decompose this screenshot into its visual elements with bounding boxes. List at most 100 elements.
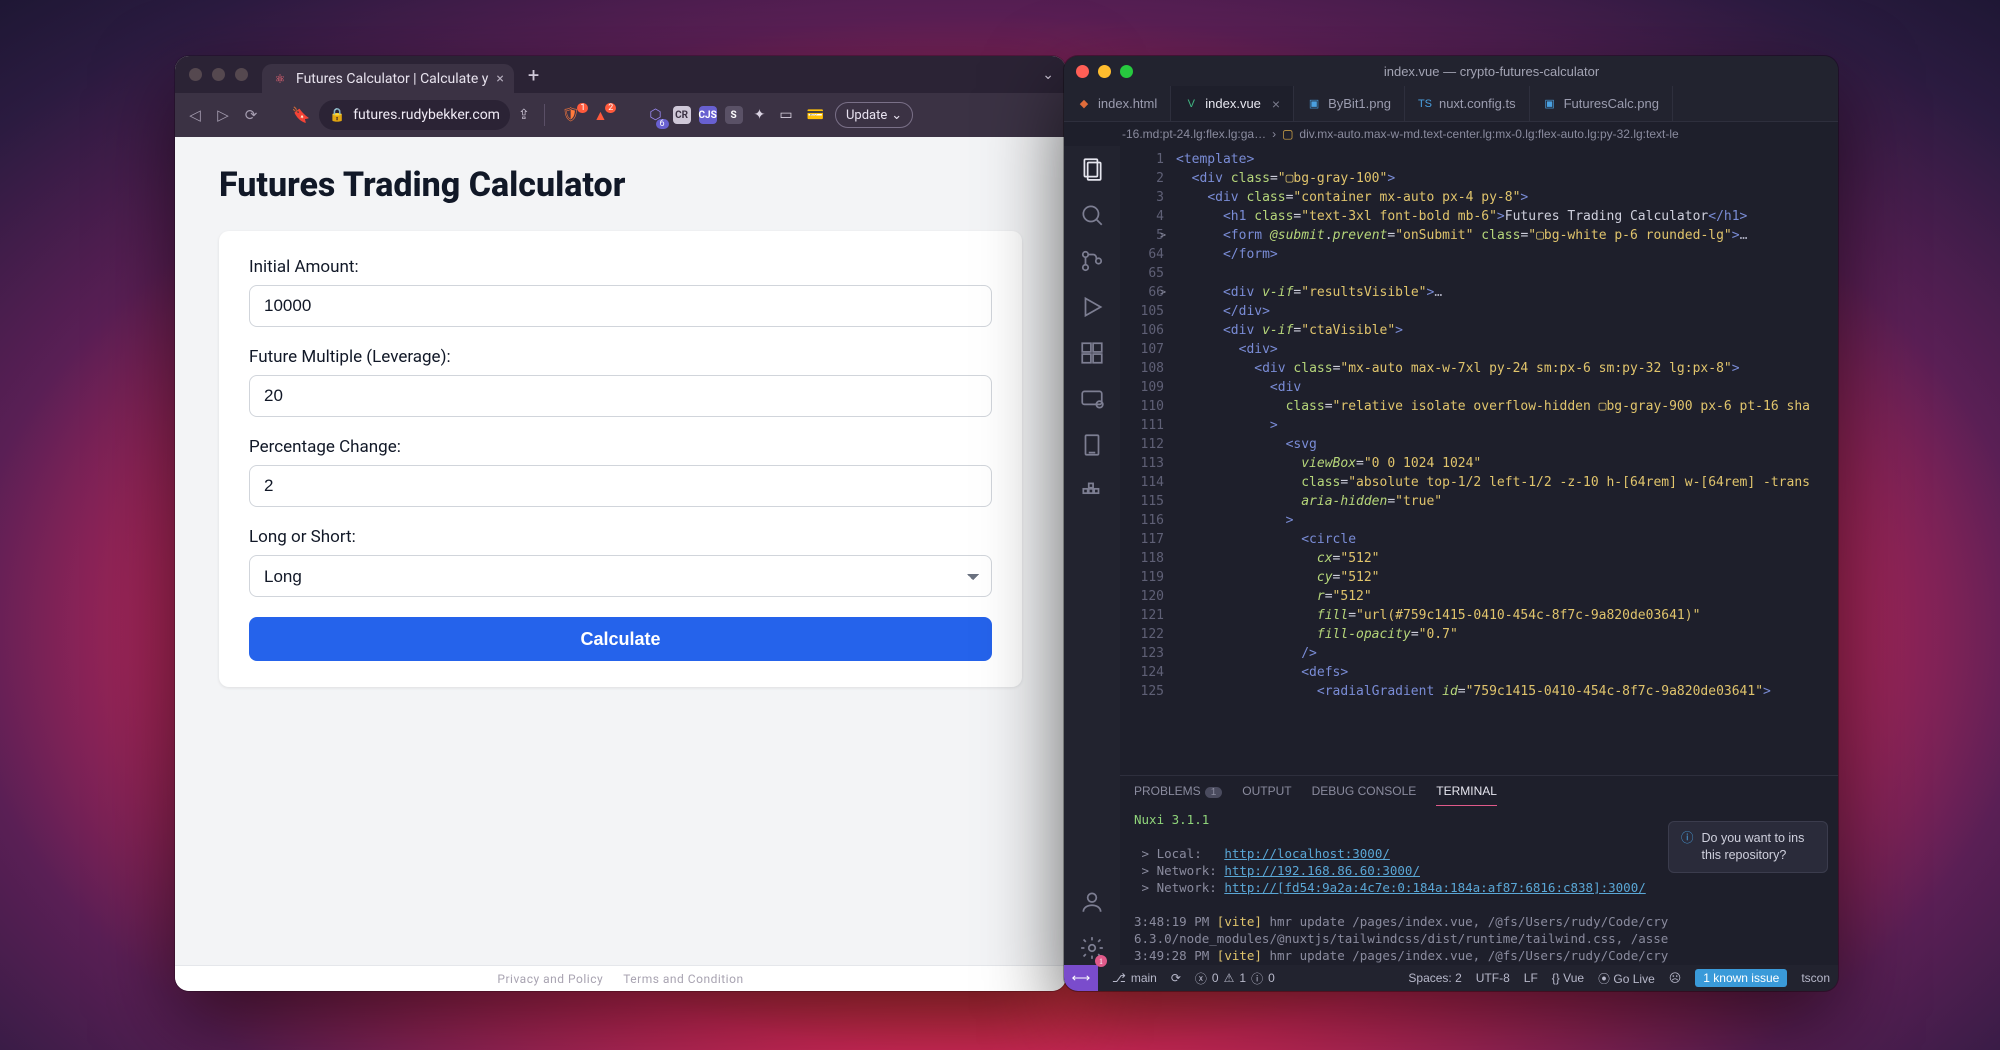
footer-privacy[interactable]: Privacy and Policy — [497, 972, 603, 986]
debug-icon[interactable] — [1079, 294, 1105, 320]
close-dot[interactable] — [189, 68, 202, 81]
close-tab-icon[interactable]: × — [1272, 96, 1280, 112]
zoom-dot[interactable] — [1120, 65, 1133, 78]
bookmark-icon[interactable]: 🔖 — [291, 106, 311, 124]
footer-terms[interactable]: Terms and Condition — [623, 972, 743, 986]
editor[interactable]: 12345>646566>105106107108109110111112113… — [1120, 146, 1838, 775]
status-bar: ⟷ ⎇ main ⟳ ⓧ 0 ⚠ 1 ⓘ 0 Spaces: 2 UTF-8 L… — [1064, 965, 1838, 991]
status-tscon[interactable]: tscon — [1801, 971, 1830, 985]
page-title: Futures Trading Calculator — [219, 165, 1022, 205]
browser-tab[interactable]: ⚛ Futures Calculator | Calculate y × — [262, 64, 514, 93]
leverage-input[interactable] — [249, 375, 992, 417]
status-diagnostics[interactable]: ⓧ 0 ⚠ 1 ⓘ 0 — [1195, 970, 1275, 987]
minimize-dot[interactable] — [212, 68, 225, 81]
panel-problems[interactable]: PROBLEMS1 — [1134, 784, 1222, 798]
editor-tab[interactable]: ▣ ByBit1.png — [1294, 86, 1405, 121]
chevron-down-icon: ⌄ — [891, 108, 902, 123]
account-icon[interactable] — [1079, 889, 1105, 915]
notification-toast[interactable]: ⓘ Do you want to ins this repository? — [1668, 821, 1828, 873]
search-icon[interactable] — [1079, 202, 1105, 228]
reload-icon[interactable]: ⟳ — [241, 106, 261, 124]
line-gutter: 12345>646566>105106107108109110111112113… — [1120, 146, 1176, 775]
forward-icon[interactable]: ▷ — [213, 106, 233, 124]
page-body: Futures Trading Calculator Initial Amoun… — [175, 137, 1066, 965]
window-title: index.vue — crypto-futures-calculator — [1145, 64, 1838, 79]
calculate-button[interactable]: Calculate — [249, 617, 992, 661]
lock-icon: 🔒 — [329, 108, 345, 123]
share-icon[interactable]: ⇪ — [518, 107, 530, 123]
address-bar[interactable]: 🔒 futures.rudybekker.com — [319, 100, 510, 130]
editor-tab[interactable]: ◆index.html — [1064, 86, 1171, 121]
zoom-dot[interactable] — [235, 68, 248, 81]
terminal[interactable]: Nuxi 3.1.1 > Local: http://localhost:300… — [1120, 805, 1838, 965]
vue-file-icon: V — [1184, 97, 1198, 111]
status-branch[interactable]: ⎇ main — [1112, 971, 1157, 985]
extension-s-icon[interactable]: S — [725, 106, 743, 124]
initial-amount-input[interactable] — [249, 285, 992, 327]
info-icon: ⓘ — [1681, 830, 1694, 864]
status-spaces[interactable]: Spaces: 2 — [1408, 971, 1461, 985]
remote-explorer-icon[interactable] — [1079, 386, 1105, 412]
status-feedback-icon[interactable]: ☹ — [1669, 971, 1682, 985]
testing-icon[interactable] — [1079, 432, 1105, 458]
activity-bar: 1 — [1064, 146, 1120, 965]
percentage-input[interactable] — [249, 465, 992, 507]
status-eol[interactable]: LF — [1524, 971, 1538, 985]
breadcrumb-box-icon: ▢ — [1282, 127, 1293, 141]
extension-cjs-icon[interactable]: CJS — [699, 106, 717, 124]
settings-badge: 1 — [1095, 955, 1107, 967]
code-area[interactable]: <template> <div class="▢bg-gray-100"> <d… — [1176, 146, 1838, 775]
tab-label: ByBit1.png — [1328, 96, 1391, 111]
page-footer: Privacy and Policy Terms and Condition — [175, 965, 1066, 991]
back-icon[interactable]: ◁ — [185, 106, 205, 124]
calculate-label: Calculate — [580, 629, 660, 649]
notification-text: Do you want to ins this repository? — [1702, 830, 1805, 864]
wallet-icon[interactable]: 💳 — [804, 107, 827, 123]
brave-shields-icon[interactable]: 🛡1 — [559, 107, 583, 123]
status-encoding[interactable]: UTF-8 — [1476, 971, 1510, 985]
extensions-icon[interactable] — [1079, 340, 1105, 366]
update-button[interactable]: Update ⌄ — [835, 102, 913, 128]
breadcrumb-right: div.mx-auto.max-w-md.text-center.lg:mx-0… — [1299, 127, 1678, 141]
url-text: futures.rudybekker.com — [353, 107, 500, 123]
browser-tab-title: Futures Calculator | Calculate y — [296, 71, 488, 87]
reader-icon[interactable]: ▭ — [776, 107, 795, 123]
breadcrumb[interactable]: -16.md:pt-24.lg:flex.lg:ga… › ▢ div.mx-a… — [1064, 122, 1838, 146]
source-control-icon[interactable] — [1079, 248, 1105, 274]
update-label: Update — [846, 108, 887, 123]
close-dot[interactable] — [1076, 65, 1089, 78]
status-known-issue[interactable]: 1 known issue — [1695, 969, 1787, 987]
status-language[interactable]: {} Vue — [1552, 971, 1584, 985]
close-tab-icon[interactable]: × — [496, 71, 503, 87]
extensions-menu-icon[interactable]: ✦ — [751, 107, 769, 123]
tab-label: FuturesCalc.png — [1564, 96, 1659, 111]
favicon-icon: ⚛ — [272, 71, 288, 87]
problems-count: 1 — [1205, 787, 1223, 798]
side-select[interactable]: Long — [249, 555, 992, 597]
remote-indicator[interactable]: ⟷ — [1064, 965, 1098, 991]
browser-toolbar: ◁ ▷ ⟳ 🔖 🔒 futures.rudybekker.com ⇪ 🛡1 ▲2… — [175, 93, 1066, 137]
new-tab-button[interactable]: + — [514, 63, 553, 87]
extension-hex-icon[interactable]: ⬡6 — [646, 107, 664, 123]
panel-debug[interactable]: DEBUG CONSOLE — [1312, 784, 1417, 798]
tabs-overflow-icon[interactable]: ⌄ — [1030, 67, 1066, 83]
editor-tab[interactable]: ▣ FuturesCalc.png — [1530, 86, 1673, 121]
brave-rewards-icon[interactable]: ▲2 — [590, 107, 610, 124]
tab-label: nuxt.config.ts — [1439, 96, 1516, 111]
editor-tab[interactable]: TSnuxt.config.ts — [1405, 86, 1530, 121]
docker-icon[interactable] — [1079, 478, 1105, 504]
editor-tab[interactable]: Vindex.vue× — [1171, 86, 1294, 121]
img-file-icon: ▣ — [1543, 97, 1557, 111]
editor-tabs: ◆index.htmlVindex.vue× ▣ ByBit1.png TSnuxt.… — [1064, 86, 1838, 122]
status-sync-icon[interactable]: ⟳ — [1171, 971, 1181, 985]
panel-output[interactable]: OUTPUT — [1242, 784, 1291, 798]
explorer-icon[interactable] — [1079, 156, 1105, 182]
extension-cr-icon[interactable]: CR — [673, 106, 691, 124]
toolbar-divider — [544, 104, 545, 126]
panel-terminal[interactable]: TERMINAL — [1436, 784, 1497, 798]
minimize-dot[interactable] — [1098, 65, 1111, 78]
status-golive[interactable]: ⦿ Go Live — [1598, 970, 1655, 987]
img-file-icon: ▣ — [1307, 97, 1321, 111]
side-label: Long or Short: — [249, 527, 992, 547]
browser-tabstrip: ⚛ Futures Calculator | Calculate y × + ⌄ — [175, 56, 1066, 93]
